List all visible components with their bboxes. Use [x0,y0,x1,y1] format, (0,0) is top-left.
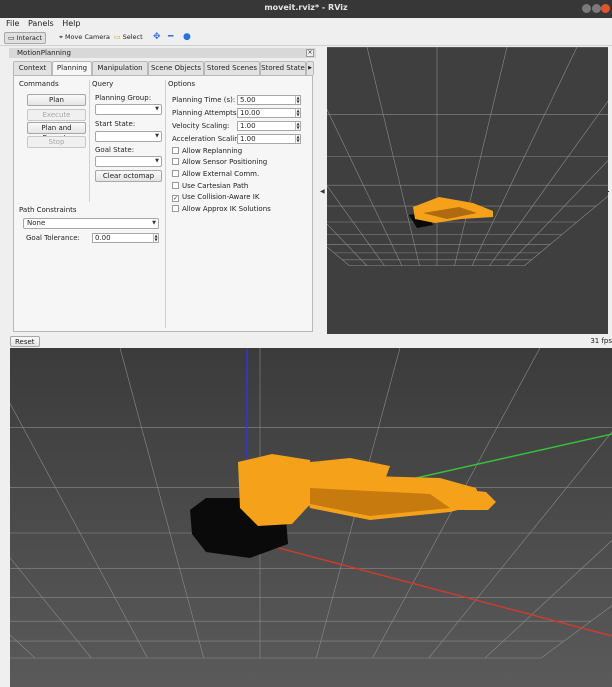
acceleration-scaling-spinbox[interactable]: 1.00 ▲ ▼ [237,134,301,144]
menu-panels[interactable]: Panels [28,18,54,30]
tab-scroll-right-icon[interactable]: ▶ [306,61,314,75]
planning-group-select[interactable]: ▼ [95,104,162,115]
chevron-down-icon: ▼ [155,133,159,139]
grid [327,47,608,267]
focus-camera-icon[interactable]: ✥ [150,32,164,44]
menu-help[interactable]: Help [62,18,80,30]
window-title: moveit.rviz* - RViz [264,3,348,12]
goal-state-label: Goal State: [95,146,135,154]
goal-tolerance-label: Goal Tolerance: [26,234,80,242]
small-3d-viewport[interactable] [327,47,608,334]
close-window-button[interactable] [601,4,610,13]
camera-icon: ⌖ [59,33,63,41]
spin-arrows-icon[interactable]: ▲ ▼ [295,122,300,130]
interact-tool-button[interactable]: ▭ Interact [4,32,46,44]
title-bar: moveit.rviz* - RViz [0,0,612,18]
tab-manipulation[interactable]: Manipulation [92,61,148,75]
select-tool-button[interactable]: ▭ Select [111,32,146,44]
path-constraints-select[interactable]: None ▼ [23,218,159,229]
chevron-down-icon: ▼ [152,220,156,226]
velocity-scaling-spinbox[interactable]: 1.00 ▲ ▼ [237,121,301,131]
panel-title: MotionPlanning [17,49,71,57]
execute-button[interactable]: Execute [27,109,86,121]
stop-button[interactable]: Stop [27,136,86,148]
splitter-left-arrow-icon[interactable]: ◀ [320,188,325,195]
fps-readout: 31 fps [590,337,612,345]
planning-group-label: Planning Group: [95,94,152,102]
allow-approx-ik-checkbox[interactable]: Allow Approx IK Solutions [172,205,271,214]
use-collision-aware-ik-checkbox[interactable]: ✓ Use Collision-Aware IK [172,193,259,202]
goal-tolerance-spinbox[interactable]: 0.00 ▲ ▼ [92,233,159,243]
start-state-label: Start State: [95,120,136,128]
spin-arrows-icon[interactable]: ▲ ▼ [295,109,300,117]
checkbox-box[interactable] [172,158,179,165]
checkbox-box[interactable] [172,170,179,177]
checkmark-icon[interactable]: ✓ [172,195,179,202]
planning-attempts-spinbox[interactable]: 10.00 ▲ ▼ [237,108,301,118]
query-heading: Query [92,80,114,88]
clear-octomap-button[interactable]: Clear octomap [95,170,162,182]
plan-and-execute-button[interactable]: Plan and Execute [27,122,86,142]
maximize-button[interactable] [592,4,601,13]
toolbar: ▭ Interact ⌖ Move Camera ▭ Select ✥ ━ ● [0,30,612,46]
interact-icon: ▭ [8,34,15,42]
tab-context[interactable]: Context [13,61,52,75]
planning-time-label: Planning Time (s): [172,96,236,104]
spin-arrows-icon[interactable]: ▲ ▼ [295,96,300,104]
publish-point-icon[interactable]: ● [180,32,194,44]
planning-tab-content: Commands Plan Execute Plan and Execute S… [13,75,313,332]
minimize-button[interactable] [582,4,591,13]
tab-stored-states[interactable]: Stored State [260,61,306,75]
divider [89,80,90,202]
select-icon: ▭ [114,33,121,41]
velocity-scaling-label: Velocity Scaling: [172,122,230,130]
tab-bar: Context Planning Manipulation Scene Obje… [13,61,316,76]
move-camera-tool-button[interactable]: ⌖ Move Camera [56,32,113,44]
path-constraints-heading: Path Constraints [19,206,77,214]
small-viewport-canvas[interactable] [327,47,608,334]
start-state-select[interactable]: ▼ [95,131,162,142]
robot-model [409,197,493,228]
chevron-down-icon: ▼ [155,158,159,164]
viewport-background [10,348,612,687]
options-heading: Options [168,80,196,88]
menu-bar: File Panels Help [0,18,612,30]
spin-arrows-icon[interactable]: ▲ ▼ [153,234,158,242]
tab-stored-scenes[interactable]: Stored Scenes [204,61,260,75]
allow-sensor-positioning-checkbox[interactable]: Allow Sensor Positioning [172,158,267,167]
chevron-down-icon: ▼ [155,106,159,112]
planning-attempts-label: Planning Attempts: [172,109,239,117]
divider [165,80,166,328]
checkbox-box[interactable] [172,205,179,212]
measure-icon[interactable]: ━ [165,32,176,44]
plan-button[interactable]: Plan [27,94,86,106]
menu-file[interactable]: File [6,18,19,30]
tab-planning[interactable]: Planning [52,61,92,76]
checkbox-box[interactable] [172,147,179,154]
close-panel-icon[interactable]: × [306,49,314,57]
planning-time-spinbox[interactable]: 5.00 ▲ ▼ [237,95,301,105]
motion-planning-panel-header: MotionPlanning × [9,48,316,58]
tab-scene-objects[interactable]: Scene Objects [148,61,204,75]
reset-button[interactable]: Reset [10,336,40,347]
commands-heading: Commands [19,80,59,88]
acceleration-scaling-label: Acceleration Scaling: [172,135,246,143]
goal-state-select[interactable]: ▼ [95,156,162,167]
checkbox-box[interactable] [172,182,179,189]
main-3d-viewport[interactable] [10,348,612,687]
main-viewport-canvas[interactable] [10,348,612,687]
status-bar [0,335,612,347]
use-cartesian-path-checkbox[interactable]: Use Cartesian Path [172,182,248,191]
spin-arrows-icon[interactable]: ▲ ▼ [295,135,300,143]
allow-external-comm-checkbox[interactable]: Allow External Comm. [172,170,259,179]
allow-replanning-checkbox[interactable]: Allow Replanning [172,147,242,156]
